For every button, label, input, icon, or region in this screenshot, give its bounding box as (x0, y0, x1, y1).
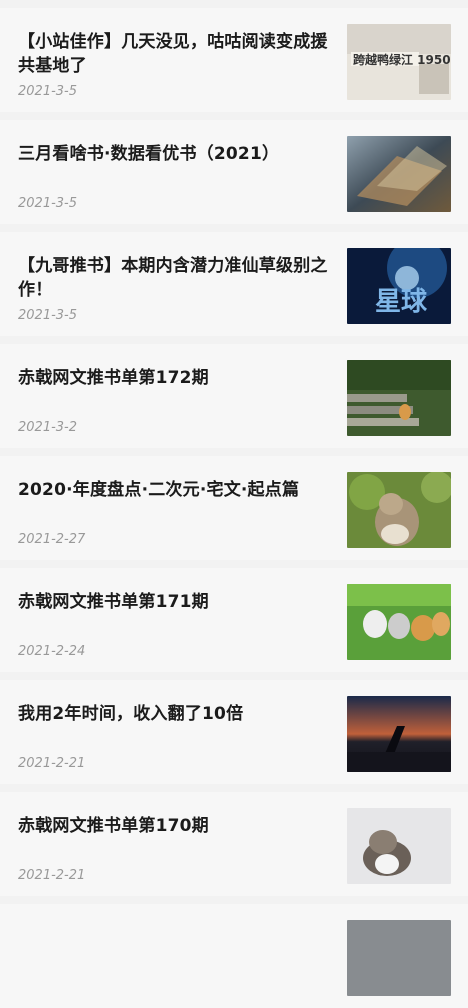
article-title[interactable]: 三月看啥书·数据看优书（2021） (18, 142, 328, 166)
article-date: 2021-3-5 (18, 308, 78, 323)
article-title[interactable]: 2020·年度盘点·二次元·宅文·起点篇 (18, 478, 328, 502)
article-title[interactable]: 【小站佳作】几天没见，咕咕阅读变成援共基地了 (18, 30, 328, 78)
article-date: 2021-3-2 (18, 420, 78, 435)
article-card[interactable]: 赤戟网文推书单第171期 2021-2-24 (0, 568, 468, 672)
article-card[interactable]: 【九哥推书】本期内含潜力准仙草级别之作！ 2021-3-5 星球 (0, 232, 468, 336)
article-date: 2021-2-21 (18, 756, 86, 771)
article-title[interactable]: 【九哥推书】本期内含潜力准仙草级别之作！ (18, 254, 328, 302)
article-card[interactable]: 三月看啥书·数据看优书（2021） 2021-3-5 (0, 120, 468, 224)
article-thumbnail[interactable] (347, 584, 451, 660)
article-date: 2021-3-5 (18, 84, 78, 99)
article-title[interactable]: 赤戟网文推书单第171期 (18, 590, 328, 614)
thumbnail-caption: 星球 (375, 287, 428, 317)
article-card[interactable]: 赤戟网文推书单第172期 2021-3-2 (0, 344, 468, 448)
article-title[interactable]: 我用2年时间，收入翻了10倍 (18, 702, 328, 726)
article-title[interactable]: 赤戟网文推书单第170期 (18, 814, 328, 838)
article-date: 2021-2-24 (18, 644, 86, 659)
article-thumbnail[interactable]: 跨越鸭绿江 1950 (347, 24, 451, 100)
article-card[interactable]: 【小站佳作】几天没见，咕咕阅读变成援共基地了 2021-3-5 跨越鸭绿江 19… (0, 8, 468, 112)
article-thumbnail[interactable] (347, 472, 451, 548)
article-date: 2021-2-21 (18, 868, 86, 883)
article-card[interactable]: 我用2年时间，收入翻了10倍 2021-2-21 (0, 680, 468, 784)
article-date: 2021-2-27 (18, 532, 86, 547)
article-thumbnail[interactable]: 星球 (347, 248, 451, 324)
article-card-partial (0, 904, 468, 1008)
article-thumbnail (347, 920, 451, 996)
article-date: 2021-3-5 (18, 196, 78, 211)
article-card[interactable]: 2020·年度盘点·二次元·宅文·起点篇 2021-2-27 (0, 456, 468, 560)
article-title[interactable]: 赤戟网文推书单第172期 (18, 366, 328, 390)
article-thumbnail[interactable] (347, 696, 451, 772)
article-card[interactable]: 赤戟网文推书单第170期 2021-2-21 (0, 792, 468, 896)
article-thumbnail[interactable] (347, 136, 451, 212)
article-thumbnail[interactable] (347, 360, 451, 436)
article-thumbnail[interactable] (347, 808, 451, 884)
